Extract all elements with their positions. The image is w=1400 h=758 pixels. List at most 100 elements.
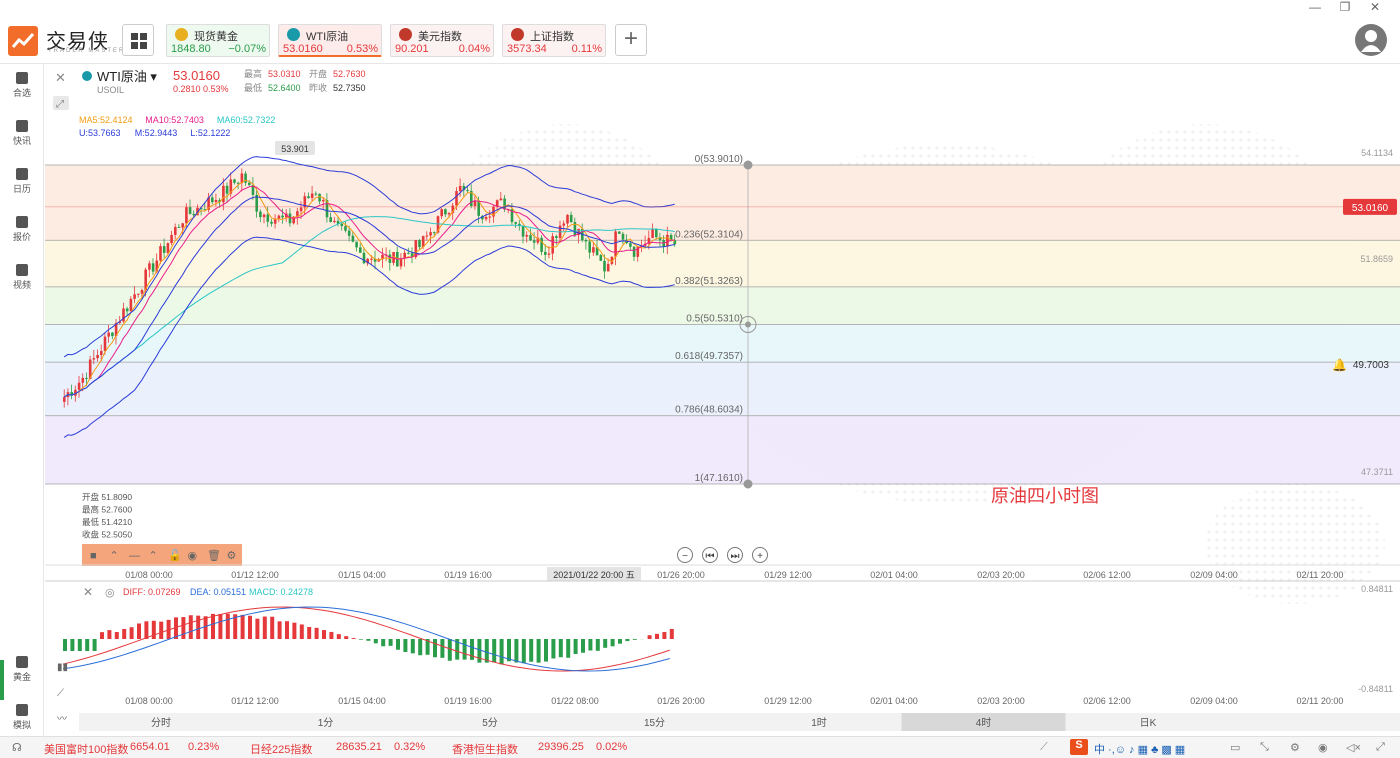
shrink-icon[interactable]: ⤡ (1260, 741, 1269, 754)
close-button[interactable]: ✕ (1360, 0, 1390, 14)
candle-body (96, 355, 99, 359)
sidebar-item-4[interactable]: 报价 (0, 216, 44, 243)
candle-body (344, 226, 347, 231)
macd-time-label: 01/22 08:00 (551, 696, 599, 706)
boll-legend: L:52.1222 (190, 128, 230, 138)
period-6[interactable]: 4时 (976, 717, 992, 729)
candle-body (277, 215, 281, 219)
index-value: 29396.25 (538, 741, 584, 753)
macd-bar (558, 639, 563, 658)
macd-bar (107, 630, 112, 639)
sidebar-item-3[interactable]: 日历 (0, 168, 44, 195)
period-4[interactable]: 15分 (644, 717, 665, 729)
candle-body (211, 197, 214, 203)
boll-legend: U:53.7663 (79, 128, 121, 138)
status-bar: ☊ 美国富时100指数 6654.01 0.23% 日经225指数 28635.2… (0, 736, 1400, 758)
index-name[interactable]: 美国富时100指数 (44, 741, 128, 757)
time-axis-label: 02/01 04:00 (870, 570, 918, 580)
drawing-toolbar-icon[interactable]: ⌃ (110, 550, 119, 562)
tab-2[interactable]: WTI原油 53.0160 0.53% (278, 24, 382, 57)
tab-change: −0.07% (228, 43, 266, 55)
index-name[interactable]: 日经225指数 (250, 741, 312, 757)
sidebar-item-6[interactable]: 黄金 (0, 656, 44, 683)
period-3[interactable]: 5分 (482, 717, 498, 729)
instrument-name[interactable]: WTI原油 ▾ (97, 69, 157, 84)
bell-icon[interactable]: 🔔 (1332, 358, 1347, 372)
gear-icon[interactable]: ⚙ (1290, 741, 1300, 754)
input-method-icon[interactable]: S (1070, 739, 1088, 755)
drawing-toolbar-icon[interactable]: ◉ (188, 550, 198, 562)
drawing-toolbar-icon[interactable]: ⚙ (227, 550, 237, 562)
price-chart[interactable]: 0(53.9010) 0.236(52.3104) 0.382(51.3263) 0.… (45, 64, 1400, 736)
ohlc-label: 开盘 (309, 68, 327, 79)
macd-settings-icon[interactable]: ◎ (105, 587, 115, 599)
minimize-button[interactable]: — (1300, 0, 1330, 14)
period-5[interactable]: 1时 (811, 717, 827, 729)
macd-bar (159, 621, 164, 639)
screen-icons[interactable]: ▭ (1230, 741, 1240, 754)
macd-bar (255, 618, 260, 639)
macd-tool-icon[interactable]: ⟋ (57, 688, 64, 699)
tab-3[interactable]: 美元指数 90.201 0.04% (390, 24, 494, 57)
tab-1[interactable]: 现货黄金 1848.80 −0.07% (166, 24, 270, 57)
sidebar-item-1[interactable]: 合选 (0, 72, 44, 99)
macd-tool-icon[interactable]: 〰 (57, 714, 67, 725)
tool-icon[interactable]: ⟋ (1040, 741, 1048, 754)
candle-body (329, 217, 332, 223)
sidebar-item-2[interactable]: 快讯 (0, 120, 44, 147)
add-tab-button[interactable]: + (615, 24, 647, 56)
macd-tool-icon[interactable]: ▮▮ (57, 662, 68, 673)
fib-handle[interactable] (743, 160, 753, 170)
close-chart-icon[interactable]: ✕ (55, 70, 66, 85)
period-2[interactable]: 1分 (318, 717, 334, 729)
time-axis-label: 02/11 20:00 (1297, 570, 1344, 580)
macd-bar (625, 639, 630, 642)
layout-grid-button[interactable] (122, 24, 154, 56)
tab-price: 90.201 (395, 43, 429, 55)
candle-body (129, 298, 133, 312)
macd-bar (92, 639, 97, 651)
period-7[interactable]: 日K (1140, 718, 1157, 729)
sidebar-item-5[interactable]: 视频 (0, 264, 44, 291)
period-bar: 分时1分5分15分1时4时日K更多▴ (79, 713, 1400, 731)
restore-button[interactable]: ❐ (1330, 0, 1360, 14)
macd-bar (499, 639, 504, 665)
peak-label: 53.901 (281, 144, 309, 154)
candle-body (262, 214, 266, 218)
user-avatar[interactable] (1355, 24, 1387, 56)
nav-button-label: ⏭ (731, 551, 740, 562)
fib-handle[interactable] (743, 479, 753, 489)
ma-legend: MA10:52.7403 (145, 115, 204, 125)
drawing-toolbar-icon[interactable]: ■ (90, 550, 97, 562)
candle-body (192, 213, 196, 216)
headset-icon[interactable]: ☊ (12, 741, 22, 754)
candle-body (111, 332, 114, 337)
drawing-toolbar-icon[interactable]: ⌃ (149, 550, 158, 562)
camera-icon[interactable]: ◉ (1318, 741, 1328, 754)
instrument-flag-icon (287, 28, 300, 41)
macd-time-label: 02/09 04:00 (1190, 696, 1238, 706)
macd-bar (77, 639, 82, 651)
tab-price: 1848.80 (171, 43, 211, 55)
candle-body (318, 193, 321, 202)
macd-bar (248, 615, 252, 639)
drawing-toolbar-icon[interactable]: 🔓 (168, 549, 182, 562)
index-name[interactable]: 香港恒生指数 (452, 741, 518, 757)
drawing-toolbar-icon[interactable]: 🗑 (207, 549, 221, 562)
tab-4[interactable]: 上证指数 3573.34 0.11% (502, 24, 606, 57)
candle-body (322, 200, 325, 202)
tab-change: 0.11% (571, 43, 602, 55)
macd-bar (137, 623, 141, 639)
candle-body (177, 226, 181, 228)
ime-toolbar-icons[interactable]: 中 ·,☺ ♪ ▦ ♣ ▩ ▦ (1094, 741, 1185, 757)
period-1[interactable]: 分时 (151, 717, 171, 729)
candle-body (503, 198, 506, 210)
candle-body (370, 258, 373, 260)
sidebar-item-7[interactable]: 模拟 (0, 704, 44, 731)
mute-icon[interactable]: ◁× (1346, 741, 1361, 754)
fullscreen-icon[interactable]: ⤢ (1376, 741, 1385, 754)
candle-body (151, 263, 155, 272)
close-macd-icon[interactable]: ✕ (83, 585, 93, 599)
drawing-toolbar-icon[interactable]: — (129, 550, 140, 562)
left-sidebar: 合选快讯日历报价视频黄金模拟 (0, 64, 44, 736)
